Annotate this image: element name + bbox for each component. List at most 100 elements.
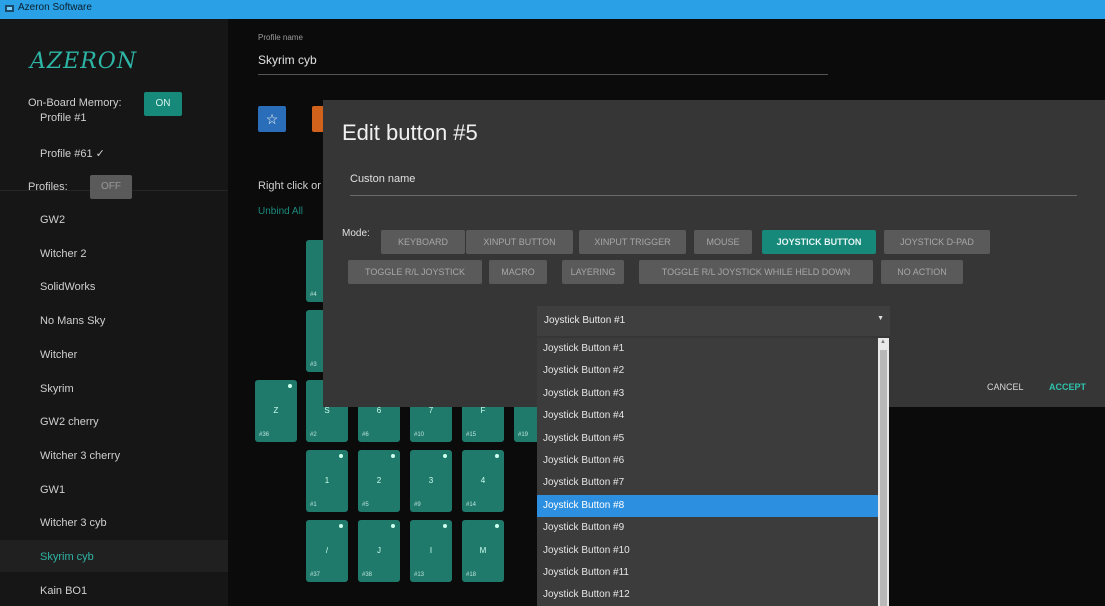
sidebar-item-memory-profile[interactable]: Profile #61 ✓ xyxy=(40,147,105,160)
scrollbar-thumb[interactable] xyxy=(880,350,887,606)
azeron-app-icon xyxy=(5,5,14,12)
key-indicator-icon xyxy=(391,454,395,458)
key-number: #36 xyxy=(259,432,270,438)
key-indicator-icon xyxy=(495,524,499,528)
key-label: 6 xyxy=(376,406,382,415)
key-label: M xyxy=(479,546,487,555)
custom-name-underline xyxy=(350,195,1077,196)
key-number: #5 xyxy=(362,502,369,508)
sidebar-item-profile[interactable]: Skyrim cyb xyxy=(40,551,94,563)
title-bar: Azeron Software xyxy=(0,0,1105,19)
key-indicator-icon xyxy=(443,524,447,528)
key-button[interactable]: 3 #9 xyxy=(410,450,452,512)
key-number: #19 xyxy=(518,432,529,438)
key-label: F xyxy=(480,406,486,415)
unbind-all-link[interactable]: Unbind All xyxy=(258,206,303,217)
azeron-logo: AZERON xyxy=(30,49,138,74)
onboard-memory-label: On-Board Memory: xyxy=(28,97,122,109)
dropdown-option[interactable]: Joystick Button #5 xyxy=(537,428,878,450)
mode-chip[interactable]: KEYBOARD xyxy=(381,230,465,254)
key-button[interactable]: M #18 xyxy=(462,520,504,582)
mode-chip[interactable]: TOGGLE R/L JOYSTICK xyxy=(348,260,482,284)
profile-name-label: Profile name xyxy=(258,33,303,42)
mode-chip[interactable]: JOYSTICK D-PAD xyxy=(884,230,990,254)
mode-chip[interactable]: NO ACTION xyxy=(881,260,963,284)
right-click-hint: Right click or xyxy=(258,180,321,192)
key-number: #2 xyxy=(310,432,317,438)
key-label: 7 xyxy=(428,406,434,415)
mode-label: Mode: xyxy=(342,228,370,239)
joystick-button-select[interactable]: Joystick Button #1 ▼ xyxy=(537,306,890,336)
key-button[interactable]: / #37 xyxy=(306,520,348,582)
accept-button[interactable]: ACCEPT xyxy=(1049,382,1086,392)
sidebar-item-memory-profile[interactable]: Profile #1 xyxy=(40,112,86,124)
sidebar-item-profile[interactable]: Witcher 3 cherry xyxy=(40,450,120,462)
key-number: #13 xyxy=(414,572,425,578)
key-label: 3 xyxy=(428,476,434,485)
key-indicator-icon xyxy=(495,454,499,458)
mode-chip[interactable]: XINPUT TRIGGER xyxy=(579,230,686,254)
key-indicator-icon xyxy=(288,384,292,388)
key-button[interactable]: 4 #14 xyxy=(462,450,504,512)
key-label: 4 xyxy=(480,476,486,485)
dropdown-option[interactable]: Joystick Button #4 xyxy=(537,405,878,427)
sidebar-item-profile[interactable]: GW2 cherry xyxy=(40,416,99,428)
sidebar-item-profile[interactable]: Witcher xyxy=(40,349,77,361)
key-label: Z xyxy=(273,406,279,415)
sidebar-item-profile[interactable]: SolidWorks xyxy=(40,281,95,293)
mode-chip[interactable]: TOGGLE R/L JOYSTICK WHILE HELD DOWN xyxy=(639,260,873,284)
dropdown-option[interactable]: Joystick Button #1 xyxy=(537,338,878,360)
selected-profile-highlight xyxy=(0,540,228,572)
dropdown-option[interactable]: Joystick Button #9 xyxy=(537,517,878,539)
key-number: #38 xyxy=(362,572,373,578)
key-indicator-icon xyxy=(339,524,343,528)
key-button[interactable]: J #38 xyxy=(358,520,400,582)
key-label: S xyxy=(324,406,330,415)
key-indicator-icon xyxy=(443,454,447,458)
key-label: J xyxy=(377,546,381,555)
sidebar-item-profile[interactable]: Witcher 2 xyxy=(40,248,86,260)
mode-chip[interactable]: MOUSE xyxy=(694,230,752,254)
dropdown-option[interactable]: Joystick Button #6 xyxy=(537,450,878,472)
mode-chip[interactable]: JOYSTICK BUTTON xyxy=(762,230,876,254)
key-button[interactable]: Z #36 xyxy=(255,380,297,442)
profile-name-underline xyxy=(258,74,828,75)
dropdown-option[interactable]: Joystick Button #11 xyxy=(537,562,878,584)
sidebar-item-profile[interactable]: Skyrim xyxy=(40,383,74,395)
key-number: #15 xyxy=(466,432,477,438)
dropdown-scrollbar[interactable]: ▲ xyxy=(878,338,889,606)
key-number: #18 xyxy=(466,572,477,578)
key-button[interactable]: I #13 xyxy=(410,520,452,582)
key-number: #3 xyxy=(310,362,317,368)
sidebar-item-profile[interactable]: Kain BO1 xyxy=(40,585,87,597)
sidebar-item-profile[interactable]: GW2 xyxy=(40,214,65,226)
key-number: #6 xyxy=(362,432,369,438)
key-button[interactable]: 1 #1 xyxy=(306,450,348,512)
key-button[interactable]: 2 #5 xyxy=(358,450,400,512)
mode-chip[interactable]: MACRO xyxy=(489,260,547,284)
key-label: 2 xyxy=(376,476,382,485)
mode-chip[interactable]: XINPUT BUTTON xyxy=(466,230,573,254)
dialog-title: Edit button #5 xyxy=(342,120,478,145)
key-number: #1 xyxy=(310,502,317,508)
dropdown-option[interactable]: Joystick Button #3 xyxy=(537,383,878,405)
key-number: #14 xyxy=(466,502,477,508)
dropdown-option[interactable]: Joystick Button #7 xyxy=(537,472,878,494)
mode-chip[interactable]: LAYERING xyxy=(562,260,624,284)
key-label: / xyxy=(325,546,329,555)
sidebar-item-profile[interactable]: GW1 xyxy=(40,484,65,496)
favorite-button[interactable]: ☆ xyxy=(258,106,286,132)
scroll-up-icon[interactable]: ▲ xyxy=(880,339,886,345)
profile-name-input[interactable]: Skyrim cyb xyxy=(258,53,317,67)
key-number: #37 xyxy=(310,572,321,578)
dropdown-option[interactable]: Joystick Button #10 xyxy=(537,540,878,562)
cancel-button[interactable]: CANCEL xyxy=(987,382,1024,392)
dropdown-option[interactable]: Joystick Button #8 xyxy=(537,494,878,517)
sidebar-item-profile[interactable]: No Mans Sky xyxy=(40,315,105,327)
sidebar-item-profile[interactable]: Witcher 3 cyb xyxy=(40,517,107,529)
dropdown-option[interactable]: Joystick Button #12 xyxy=(537,584,878,606)
onboard-memory-toggle[interactable]: ON xyxy=(144,92,182,116)
profiles-toggle[interactable]: OFF xyxy=(90,175,132,199)
custom-name-input[interactable]: Custon name xyxy=(350,173,415,185)
dropdown-option[interactable]: Joystick Button #2 xyxy=(537,360,878,382)
